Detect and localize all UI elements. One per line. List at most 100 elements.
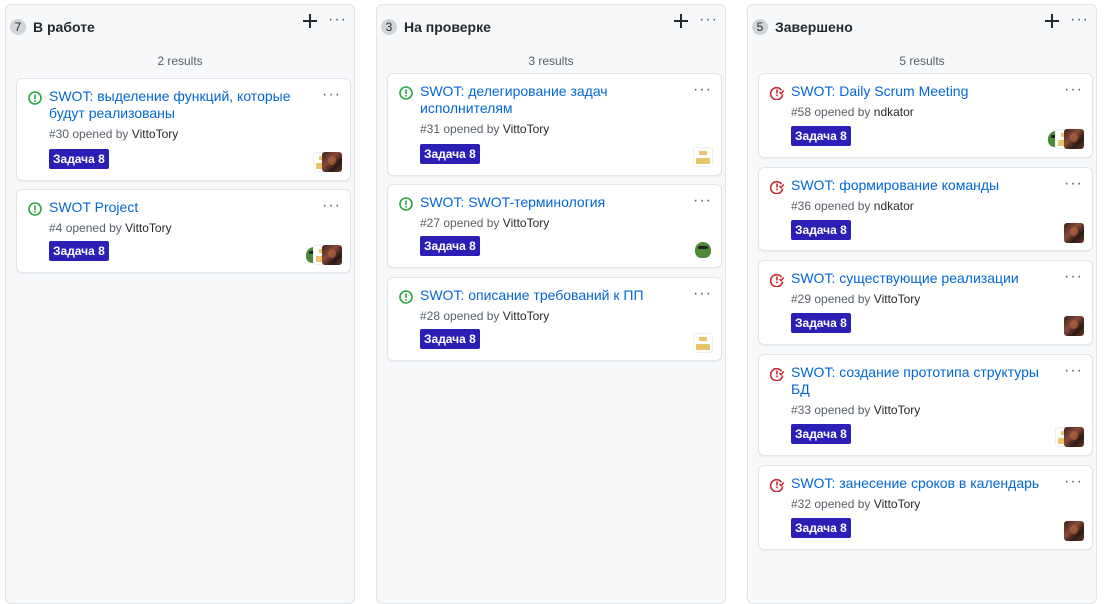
assignee-avatars (313, 152, 342, 172)
column-done: 5 Завершено ··· 5 results SWOT: Daily Sc… (747, 4, 1097, 604)
issue-meta: #28 opened by VittoTory (420, 308, 549, 324)
issue-number: #33 (791, 403, 812, 417)
plus-icon[interactable] (674, 14, 688, 28)
column-header: 5 Завершено ··· (748, 5, 1096, 45)
author-link[interactable]: VittoTory (874, 292, 920, 306)
issue-card[interactable]: SWOT: делегирование задач исполнителям #… (387, 73, 722, 176)
plus-icon[interactable] (303, 14, 317, 28)
results-count: 2 results (157, 54, 203, 68)
author-link[interactable]: VittoTory (503, 309, 549, 323)
issue-title-link[interactable]: SWOT: выделение функций, которые будут р… (49, 88, 304, 122)
issue-meta: #30 opened by VittoTory (49, 126, 178, 142)
issue-title-link[interactable]: SWOT: Daily Scrum Meeting (791, 83, 1046, 100)
author-link[interactable]: VittoTory (874, 403, 920, 417)
avatar[interactable] (693, 333, 713, 353)
avatar[interactable] (1064, 316, 1084, 336)
author-link[interactable]: VittoTory (503, 216, 549, 230)
issue-card[interactable]: SWOT: формирование команды #36 opened by… (758, 167, 1093, 251)
issue-label[interactable]: Задача 8 (791, 424, 851, 444)
issue-number: #29 (791, 292, 812, 306)
author-link[interactable]: ndkator (874, 105, 914, 119)
issue-label[interactable]: Задача 8 (791, 518, 851, 538)
avatar[interactable] (693, 240, 713, 260)
kebab-horizontal-icon[interactable]: ··· (699, 12, 717, 28)
issue-title-link[interactable]: SWOT Project (49, 199, 304, 216)
issue-title-link[interactable]: SWOT: существующие реализации (791, 270, 1046, 287)
issue-number: #31 (420, 122, 441, 136)
issue-title-link[interactable]: SWOT: описание требований к ПП (420, 287, 675, 304)
kebab-horizontal-icon[interactable]: ··· (322, 87, 340, 103)
issue-card[interactable]: SWOT: описание требований к ПП #28 opene… (387, 277, 722, 361)
plus-icon[interactable] (1045, 14, 1059, 28)
issue-title-link[interactable]: SWOT: занесение сроков в календарь (791, 475, 1046, 492)
issue-meta: #32 opened by VittoTory (791, 496, 920, 512)
issue-card[interactable]: SWOT: выделение функций, которые будут р… (16, 78, 351, 181)
kebab-horizontal-icon[interactable]: ··· (693, 82, 711, 98)
issue-label[interactable]: Задача 8 (791, 220, 851, 240)
author-link[interactable]: VittoTory (503, 122, 549, 136)
issue-title-link[interactable]: SWOT: формирование команды (791, 177, 1046, 194)
column-count-badge: 7 (10, 19, 26, 35)
kebab-horizontal-icon[interactable]: ··· (1070, 12, 1088, 28)
kebab-horizontal-icon[interactable]: ··· (1064, 474, 1082, 490)
issue-label[interactable]: Задача 8 (420, 144, 480, 164)
opened-by-text: opened by (65, 221, 122, 235)
assignee-avatars (693, 240, 713, 260)
assignee-avatars (693, 147, 713, 167)
avatar[interactable] (1064, 521, 1084, 541)
issue-meta: #58 opened by ndkator (791, 104, 914, 120)
kebab-horizontal-icon[interactable]: ··· (322, 198, 340, 214)
issue-card[interactable]: SWOT: создание прототипа структуры БД #3… (758, 354, 1093, 456)
results-count: 3 results (528, 54, 574, 68)
opened-by-text: opened by (443, 216, 500, 230)
kebab-horizontal-icon[interactable]: ··· (1064, 176, 1082, 192)
issue-card[interactable]: SWOT: существующие реализации #29 opened… (758, 260, 1093, 345)
author-link[interactable]: VittoTory (132, 127, 178, 141)
issue-number: #28 (420, 309, 441, 323)
issue-card[interactable]: SWOT: Daily Scrum Meeting #58 opened by … (758, 73, 1093, 158)
issue-card[interactable]: SWOT: SWOT-терминология #27 opened by Vi… (387, 184, 722, 268)
column-review: 3 На проверке ··· 3 results SWOT: делеги… (376, 4, 726, 604)
column-header: 3 На проверке ··· (377, 5, 725, 45)
opened-by-text: opened by (814, 497, 871, 511)
issue-number: #36 (791, 199, 812, 213)
issue-closed-icon (770, 367, 784, 381)
kebab-horizontal-icon[interactable]: ··· (1064, 269, 1082, 285)
avatar[interactable] (1064, 223, 1084, 243)
author-link[interactable]: VittoTory (125, 221, 171, 235)
avatar[interactable] (1064, 427, 1084, 447)
issue-title-link[interactable]: SWOT: создание прототипа структуры БД (791, 364, 1046, 398)
issue-meta: #27 opened by VittoTory (420, 215, 549, 231)
kebab-horizontal-icon[interactable]: ··· (693, 193, 711, 209)
issue-label[interactable]: Задача 8 (49, 149, 109, 169)
issue-label[interactable]: Задача 8 (49, 241, 109, 261)
issue-label[interactable]: Задача 8 (420, 236, 480, 256)
issue-card[interactable]: SWOT Project #4 opened by VittoTory Зада… (16, 189, 351, 273)
avatar[interactable] (322, 152, 342, 172)
issue-card[interactable]: SWOT: занесение сроков в календарь #32 o… (758, 465, 1093, 550)
issue-number: #4 (49, 221, 63, 235)
avatar[interactable] (322, 245, 342, 265)
assignee-avatars (304, 245, 342, 265)
kebab-horizontal-icon[interactable]: ··· (1064, 82, 1082, 98)
issue-closed-icon (770, 478, 784, 492)
kebab-horizontal-icon[interactable]: ··· (328, 12, 346, 28)
issue-opened-icon (28, 91, 42, 105)
author-link[interactable]: VittoTory (874, 497, 920, 511)
author-link[interactable]: ndkator (874, 199, 914, 213)
issue-meta: #33 opened by VittoTory (791, 402, 920, 418)
issue-label[interactable]: Задача 8 (420, 329, 480, 349)
issue-number: #58 (791, 105, 812, 119)
kebab-horizontal-icon[interactable]: ··· (693, 286, 711, 302)
kebab-horizontal-icon[interactable]: ··· (1064, 363, 1082, 379)
assignee-avatars (693, 333, 713, 353)
issue-label[interactable]: Задача 8 (791, 126, 851, 146)
issue-title-link[interactable]: SWOT: делегирование задач исполнителям (420, 83, 675, 117)
issue-opened-icon (399, 86, 413, 100)
column-count-badge: 3 (381, 19, 397, 35)
avatar[interactable] (693, 147, 713, 167)
issue-label[interactable]: Задача 8 (791, 313, 851, 333)
column-header: 7 В работе ··· (6, 5, 354, 45)
issue-title-link[interactable]: SWOT: SWOT-терминология (420, 194, 675, 211)
avatar[interactable] (1064, 129, 1084, 149)
